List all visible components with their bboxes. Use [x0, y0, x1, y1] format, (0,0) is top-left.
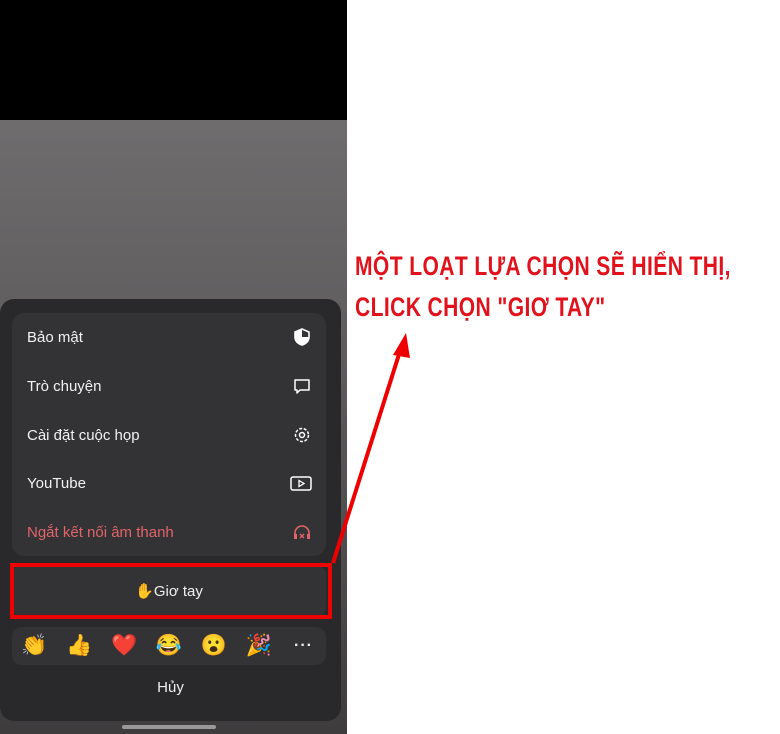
annotation-arrow	[331, 333, 410, 564]
